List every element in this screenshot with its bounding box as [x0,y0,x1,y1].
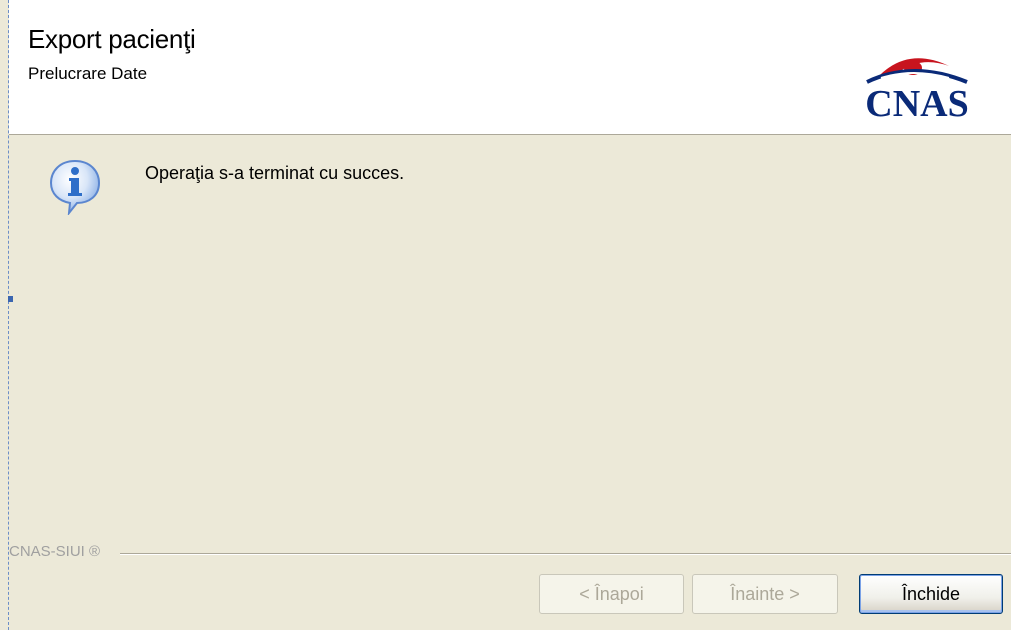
wizard-body: Operaţia s-a terminat cu succes. [9,135,1011,545]
cnas-logo: CNAS [865,58,969,120]
close-button[interactable]: Închide [859,574,1003,614]
next-button[interactable]: Înainte > [692,574,838,614]
back-button[interactable]: < Înapoi [539,574,684,614]
wizard-header: Export pacienţi Prelucrare Date CNAS [9,0,1011,135]
footer-brand: CNAS-SIUI ® [9,543,107,560]
page-title: Export pacienţi [28,24,196,54]
footer-divider [120,553,1011,555]
logo-text: CNAS [865,83,968,120]
page-subtitle: Prelucrare Date [28,64,148,83]
result-message: Operaţia s-a terminat cu succes. [145,163,405,183]
info-icon [49,159,101,215]
